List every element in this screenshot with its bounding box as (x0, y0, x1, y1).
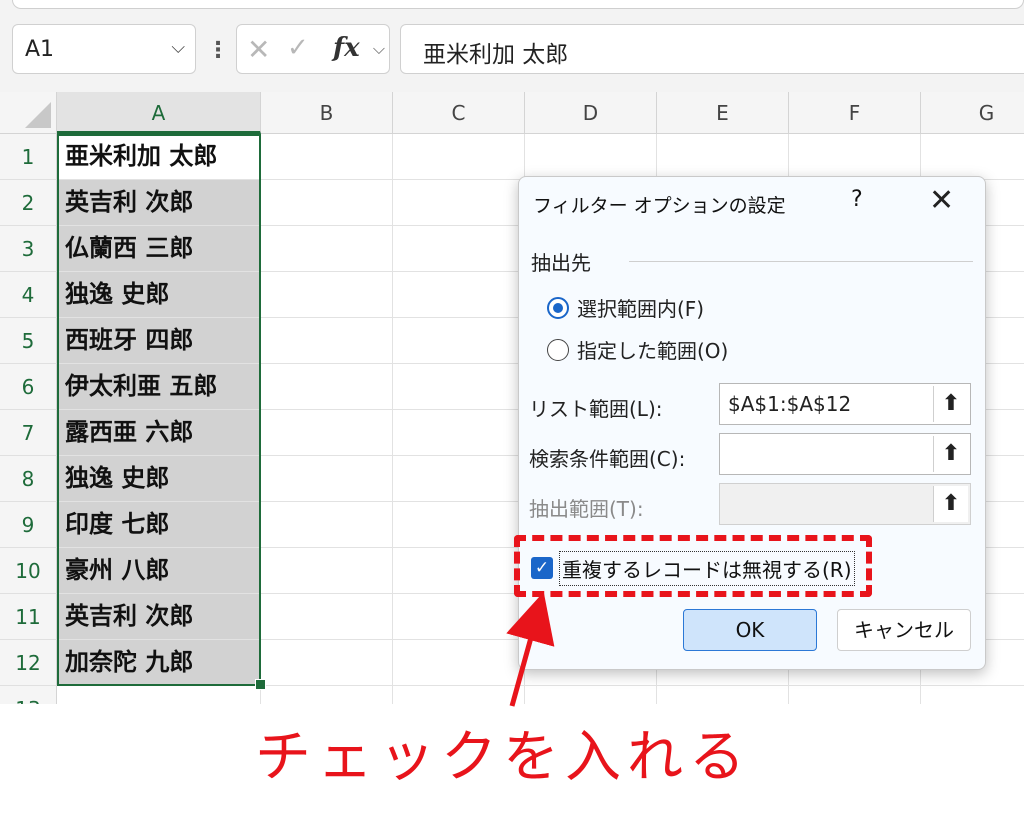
annotation-arrow (506, 591, 555, 707)
annotation-text: チェックを入れる (255, 725, 751, 790)
